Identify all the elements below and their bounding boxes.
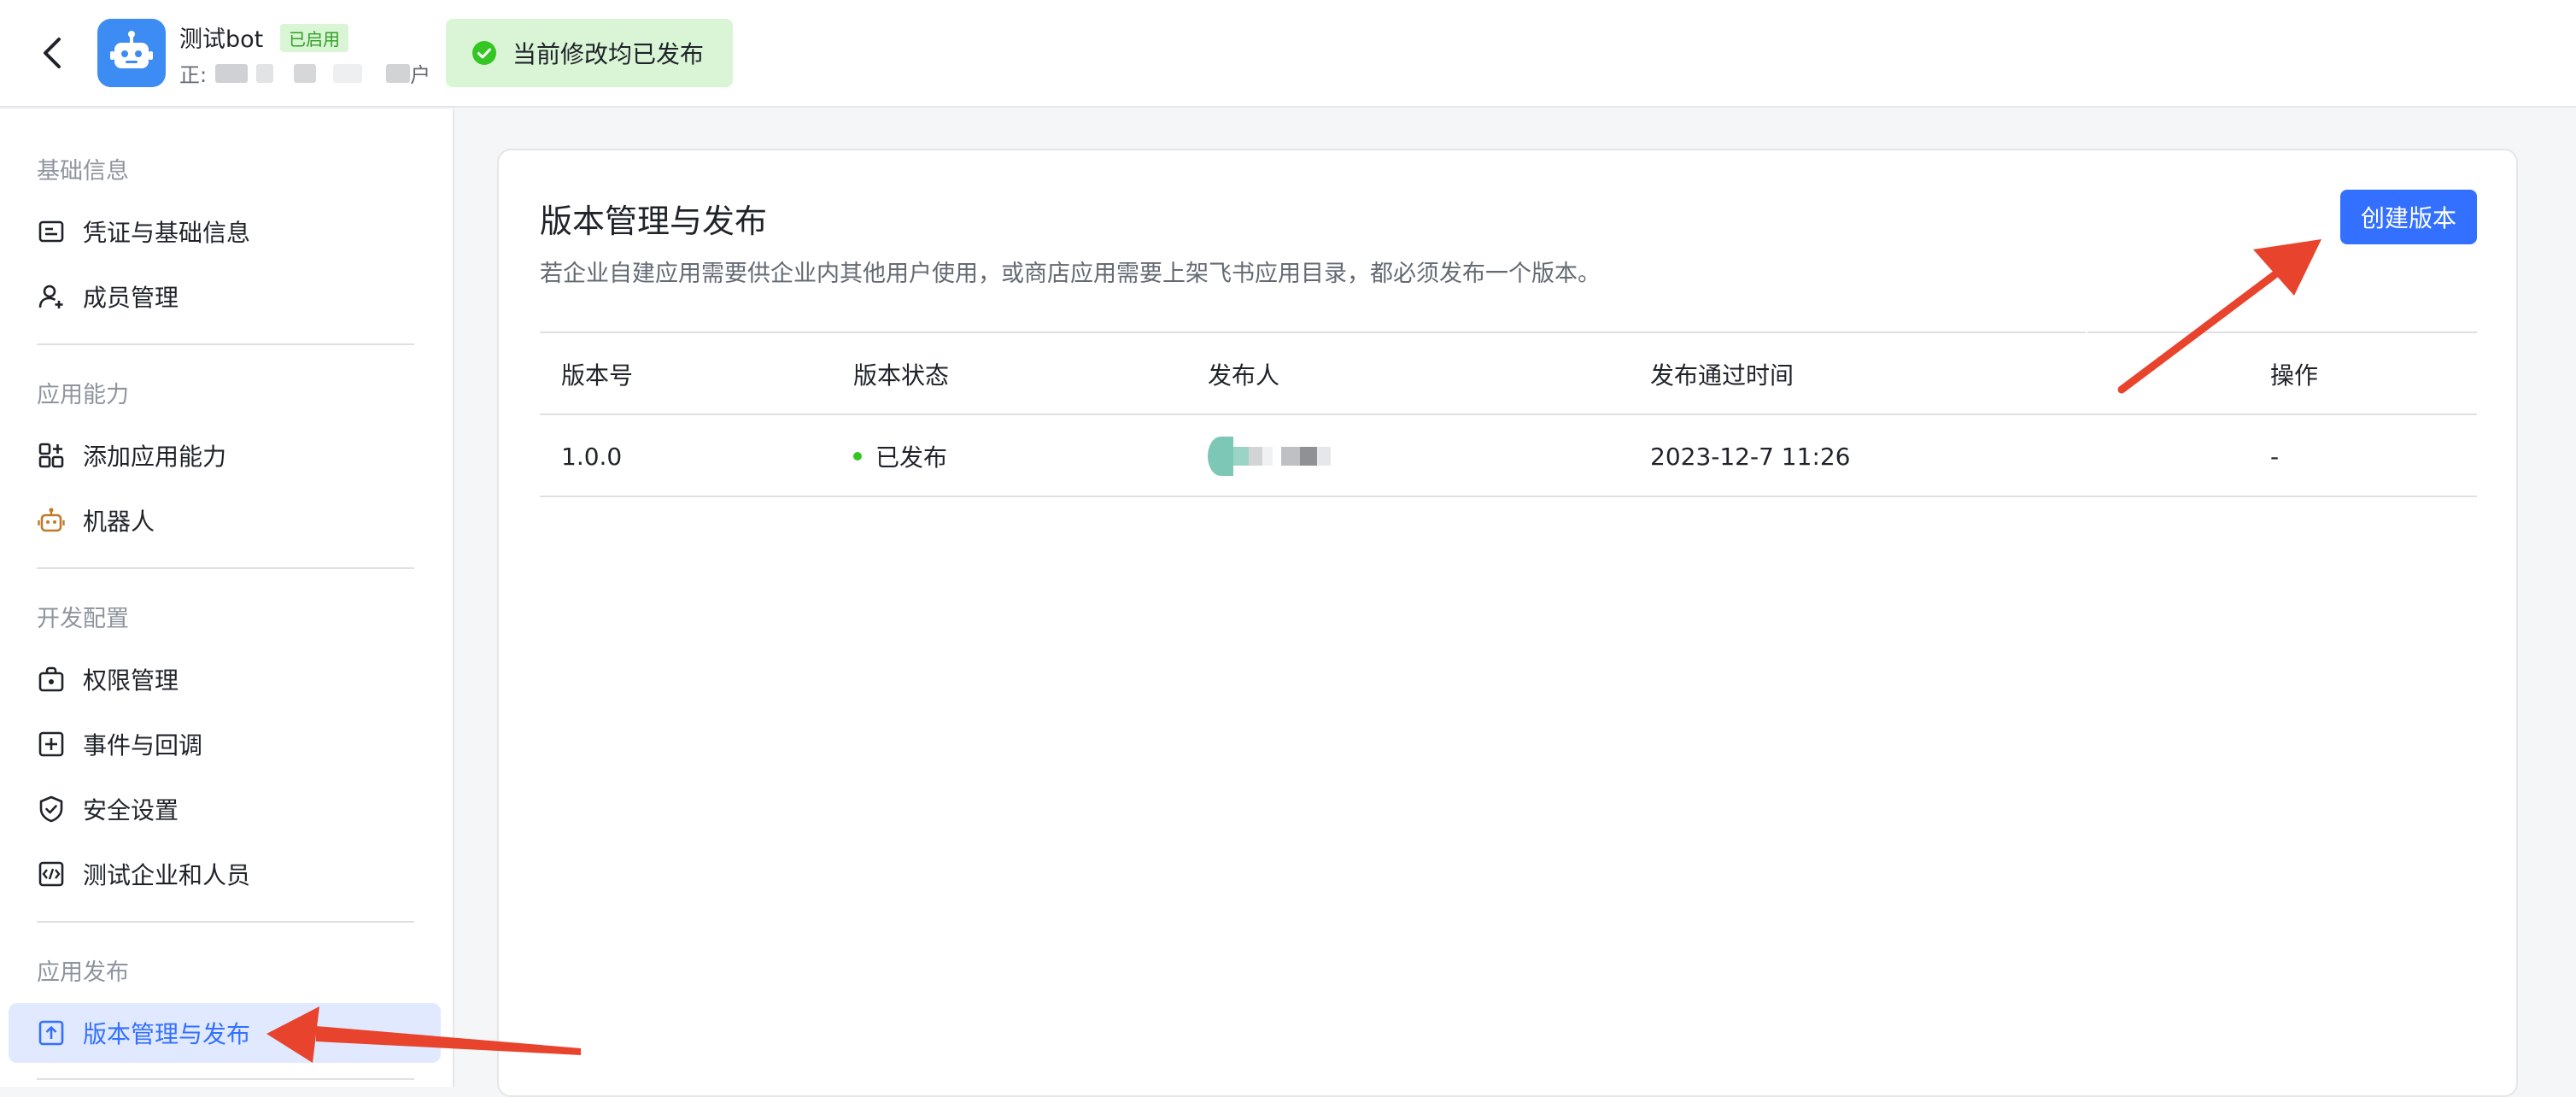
page-description: 若企业自建应用需要供企业内其他用户使用，或商店应用需要上架飞书应用目录，都必须发… <box>540 261 1601 287</box>
robot-icon <box>37 506 66 535</box>
publish-status-toast: 当前修改均已发布 <box>446 19 733 87</box>
table-row[interactable]: 1.0.0 已发布 2023-12-7 11:26 - <box>540 415 2477 497</box>
row-action: - <box>2270 442 2280 471</box>
column-header-status: 版本状态 <box>853 361 950 390</box>
credential-card-icon <box>37 217 66 246</box>
check-circle-icon <box>472 41 496 65</box>
column-header-publisher: 发布人 <box>1208 361 1280 390</box>
upload-publish-icon <box>37 1018 66 1047</box>
redacted-text <box>333 63 363 83</box>
sidebar-item-add-capability[interactable]: 添加应用能力 <box>9 425 441 485</box>
redacted-text <box>215 63 249 83</box>
redacted-text <box>1249 447 1262 466</box>
shield-icon <box>37 795 66 824</box>
sidebar-item-label: 事件与回调 <box>83 731 203 760</box>
sidebar-item-permissions[interactable]: 权限管理 <box>9 649 441 709</box>
redacted-text <box>1281 447 1300 466</box>
redacted-text <box>294 63 317 83</box>
chevron-left-icon <box>44 38 61 68</box>
sidebar-item-label: 版本管理与发布 <box>83 1020 251 1048</box>
app-subtitle: 正: 户 <box>179 58 430 88</box>
version-management-card: 版本管理与发布 若企业自建应用需要供企业内其他用户使用，或商店应用需要上架飞书应… <box>497 149 2518 1097</box>
table-header-row: 版本号 版本状态 发布人 发布通过时间 操作 <box>540 333 2477 415</box>
sidebar-item-label: 成员管理 <box>83 284 179 312</box>
redacted-text <box>1233 447 1249 466</box>
app-avatar <box>97 19 166 87</box>
redacted-text <box>1300 447 1317 466</box>
sidebar-item-label: 凭证与基础信息 <box>83 219 251 247</box>
avatar <box>1208 437 1233 476</box>
sidebar-item-label: 机器人 <box>83 507 155 536</box>
sidebar-item-events[interactable]: 事件与回调 <box>9 714 441 774</box>
sidebar-group-release: 应用发布 <box>37 959 129 986</box>
sidebar-item-label: 安全设置 <box>83 796 179 824</box>
sidebar-group-capability: 应用能力 <box>37 382 129 408</box>
sidebar-item-label: 测试企业和人员 <box>83 861 251 889</box>
create-version-button[interactable]: 创建版本 <box>2340 190 2477 244</box>
publisher-avatar-redacted <box>1208 437 1331 476</box>
sidebar-item-robot[interactable]: 机器人 <box>9 490 441 550</box>
app-name: 测试bot <box>179 26 264 53</box>
column-header-publish-time: 发布通过时间 <box>1650 361 1794 390</box>
page-title: 版本管理与发布 <box>540 202 768 240</box>
sidebar-item-credentials[interactable]: 凭证与基础信息 <box>9 202 441 261</box>
sidebar-group-dev-config: 开发配置 <box>37 606 129 632</box>
redacted-text <box>256 63 274 83</box>
sidebar-item-test-enterprise[interactable]: 测试企业和人员 <box>9 844 441 904</box>
top-header: 测试bot 已启用 正: 户 当前修改均已发布 <box>0 0 2576 108</box>
sidebar-item-label: 添加应用能力 <box>83 443 227 471</box>
sidebar-item-version-release[interactable]: 版本管理与发布 <box>9 1003 441 1063</box>
sidebar-item-members[interactable]: 成员管理 <box>9 267 441 326</box>
code-test-icon <box>37 859 66 889</box>
redacted-text <box>1317 447 1331 466</box>
publisher <box>1208 415 1331 497</box>
publish-time: 2023-12-7 11:26 <box>1650 442 1851 471</box>
app-subtitle-prefix: 正: <box>179 63 208 87</box>
app-status-badge: 已启用 <box>280 24 348 52</box>
sidebar-item-label: 权限管理 <box>83 666 179 695</box>
sidebar-divider <box>37 1078 414 1080</box>
sidebar-divider <box>37 921 414 923</box>
robot-icon <box>110 31 153 68</box>
toast-message: 当前修改均已发布 <box>512 40 705 68</box>
sidebar-divider <box>37 567 414 569</box>
sidebar-group-basic: 基础信息 <box>37 158 129 185</box>
redacted-text <box>386 63 411 83</box>
permission-lock-icon <box>37 665 66 694</box>
event-callback-icon <box>37 730 66 759</box>
version-number: 1.0.0 <box>561 442 623 471</box>
member-add-icon <box>37 282 66 311</box>
sidebar-divider <box>37 343 414 345</box>
redacted-text <box>1262 447 1273 466</box>
status-label: 已发布 <box>875 443 948 472</box>
back-button[interactable] <box>34 34 72 72</box>
status-dot <box>853 452 862 461</box>
app-subtitle-suffix: 户 <box>410 63 431 87</box>
column-header-actions: 操作 <box>2270 361 2319 390</box>
add-capability-grid-icon <box>37 441 66 470</box>
sidebar-nav: 基础信息 凭证与基础信息 成员管理 应用能力 添加应用能力 机器人 开发配置 权… <box>0 109 454 1087</box>
column-header-version: 版本号 <box>561 361 634 390</box>
sidebar-item-security[interactable]: 安全设置 <box>9 779 441 839</box>
version-status: 已发布 <box>853 415 947 497</box>
